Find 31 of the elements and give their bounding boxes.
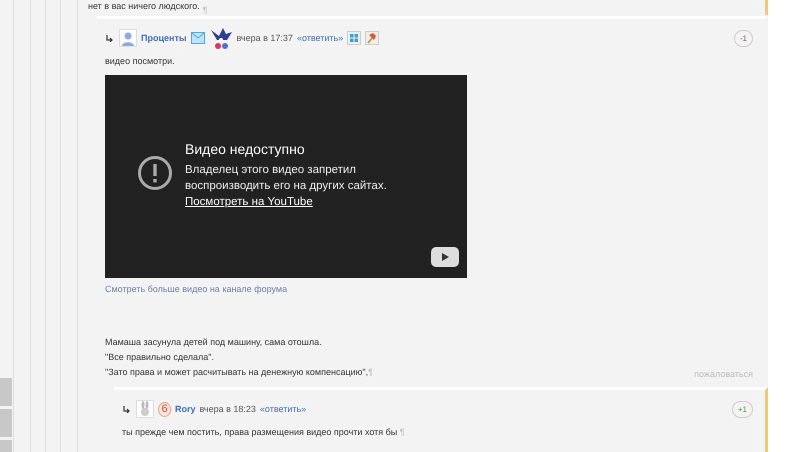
video-title: Видео недоступно	[185, 141, 306, 157]
pilcrow: ¶	[400, 427, 405, 437]
author-name[interactable]: Проценты	[141, 33, 187, 43]
comment-time: вчера в 17:37	[236, 33, 293, 43]
comment-text: нет в вас ничего людского.	[88, 1, 200, 12]
warning-icon	[137, 155, 173, 191]
comment-text: ты прежде чем постить, права размещения видео прочти хотя бы ¶	[122, 426, 405, 438]
youtube-link[interactable]: Посмотреть на YouTube	[185, 196, 313, 208]
channel-link[interactable]: Смотреть больше видео на канале форума	[105, 284, 753, 294]
avatar-icon	[119, 29, 137, 47]
comment-text: видео посмотри.	[105, 55, 175, 67]
reply-arrow-icon[interactable]	[105, 34, 113, 42]
pilcrow: ¶	[368, 367, 373, 377]
comment-time: вчера в 18:23	[200, 404, 256, 414]
reply-arrow-icon[interactable]	[122, 405, 130, 413]
video-embed[interactable]: Видео недоступно Владелец этого видео запретил воспроизводить его на других сайтах. Посмотреть на YouTube	[105, 75, 467, 278]
play-icon[interactable]	[431, 247, 459, 267]
hammer-icon[interactable]	[365, 31, 380, 45]
reply-link[interactable]: «ответить»	[296, 33, 344, 43]
video-message: Владелец этого видео запретил воспроизводить его на других сайтах.	[185, 163, 388, 194]
reply-link[interactable]: «ответить»	[260, 404, 306, 414]
comment-text: "Все правильно сделала".	[105, 351, 214, 363]
pilcrow: ¶	[202, 5, 208, 15]
mail-icon[interactable]	[190, 32, 205, 44]
author-name[interactable]: Rory	[175, 404, 196, 414]
comment-text: Мамаша засунула детей под машину, сама отошла.	[105, 336, 322, 348]
level-badge: 6	[158, 402, 171, 416]
comment-text: "Зато права и может расчитывать на денежную компенсацию",¶	[105, 366, 373, 378]
rating-badge: -1	[734, 30, 753, 46]
rabbit-avatar-icon	[136, 400, 154, 418]
rating-badge: +1	[732, 400, 753, 418]
